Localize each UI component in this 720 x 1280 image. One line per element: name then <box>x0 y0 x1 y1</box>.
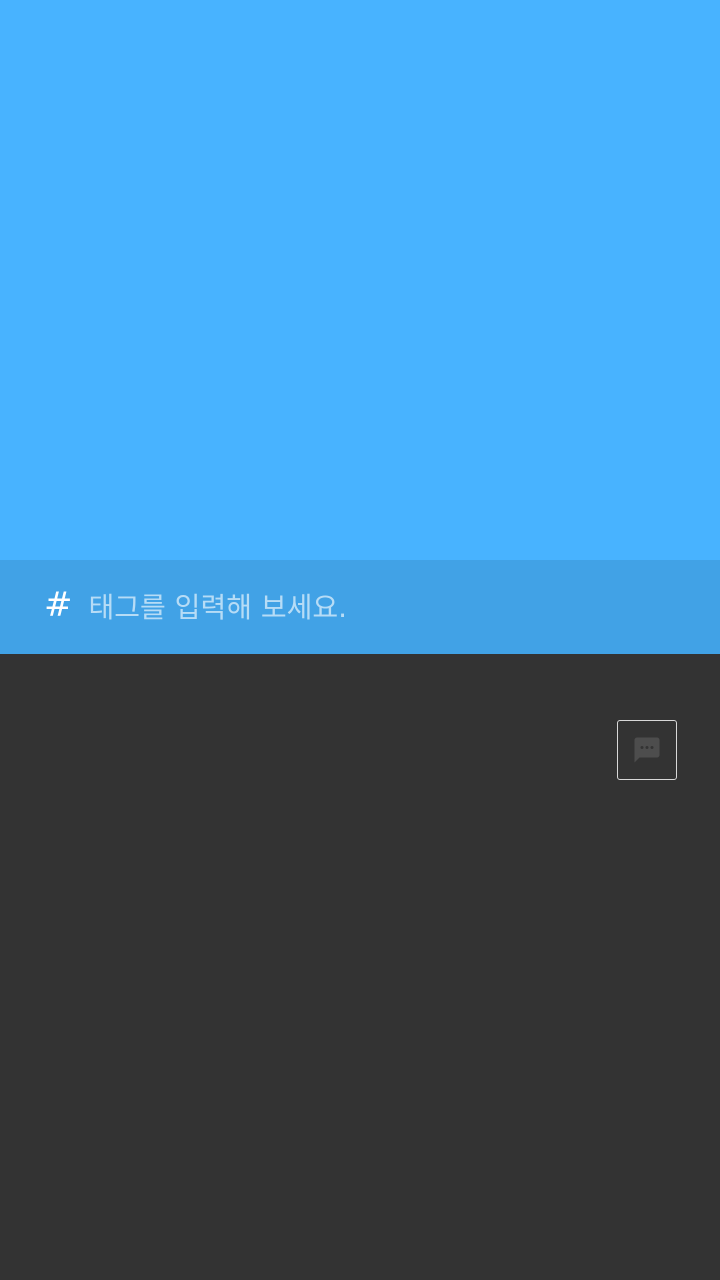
color-canvas[interactable] <box>0 0 720 560</box>
comment-bubble-icon <box>632 735 662 765</box>
tag-input[interactable] <box>88 577 720 637</box>
hashtag-icon: # <box>44 585 73 625</box>
bottom-panel <box>0 654 720 1280</box>
comment-button[interactable] <box>617 720 677 780</box>
tag-input-bar: # <box>0 560 720 654</box>
